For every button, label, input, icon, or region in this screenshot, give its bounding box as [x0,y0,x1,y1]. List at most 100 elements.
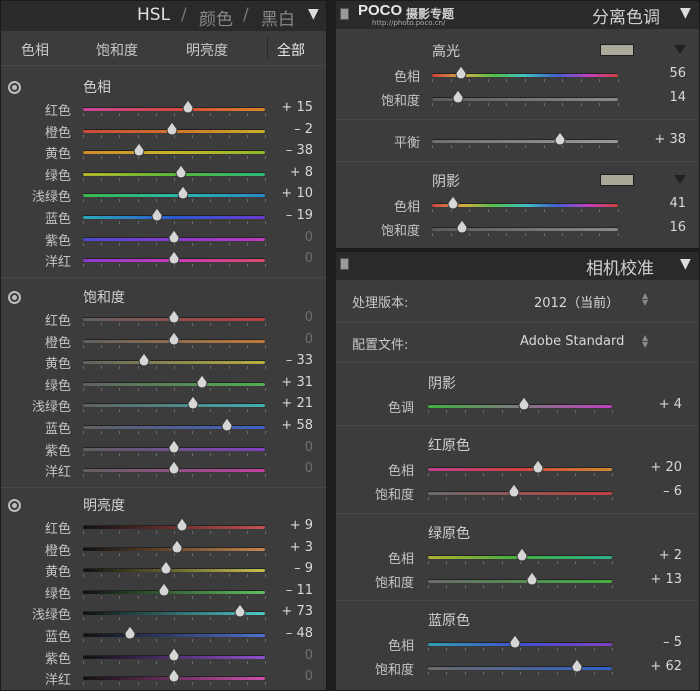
slider-value[interactable]: – 11 [263,583,313,598]
luminance-blue-slider[interactable] [83,626,266,643]
slider-thumb[interactable] [221,418,233,432]
slider-thumb[interactable] [234,604,246,618]
balance-slider[interactable] [432,132,619,149]
slider-thumb[interactable] [138,353,150,367]
hue-aqua-slider[interactable] [83,186,266,203]
slider-thumb[interactable] [160,561,172,575]
slider-value[interactable]: 56 [636,66,686,81]
slider-value[interactable]: 0 [263,440,313,455]
slider-thumb[interactable] [133,143,145,157]
target-adjust-icon[interactable] [8,291,21,304]
slider-value[interactable]: – 48 [263,626,313,641]
slider-thumb[interactable] [124,626,136,640]
highlights-color-swatch[interactable] [600,44,634,56]
slider-value[interactable]: 0 [263,332,313,347]
slider-thumb[interactable] [168,647,180,662]
saturation-blue-slider[interactable] [83,418,266,435]
luminance-aqua-slider[interactable] [83,604,266,621]
saturation-red-slider[interactable] [83,310,266,327]
shadows-hue-slider[interactable] [432,196,619,213]
disclosure-triangle-icon[interactable] [674,175,686,184]
slider-thumb[interactable] [532,460,544,474]
slider-value[interactable]: 0 [263,461,313,476]
process-version-select[interactable]: 2012（当前） [534,292,619,311]
slider-value[interactable]: + 2 [632,548,682,563]
cam-red-saturation-slider[interactable] [428,484,613,501]
slider-thumb[interactable] [166,121,178,136]
color-mode-link[interactable]: 颜色 [199,5,233,30]
luminance-yellow-slider[interactable] [83,561,266,578]
slider-value[interactable]: + 31 [263,375,313,390]
disclosure-triangle-icon[interactable] [674,45,686,54]
shadows-saturation-slider[interactable] [432,220,619,237]
slider-thumb[interactable] [171,539,183,554]
saturation-magenta-slider[interactable] [83,461,266,478]
slider-thumb[interactable] [158,582,170,597]
slider-value[interactable]: + 73 [263,604,313,619]
saturation-purple-slider[interactable] [83,439,266,457]
slider-thumb[interactable] [175,164,187,179]
saturation-yellow-slider[interactable] [83,353,266,370]
slider-thumb[interactable] [196,374,208,389]
slider-thumb[interactable] [168,669,180,683]
saturation-orange-slider[interactable] [83,331,266,349]
hsl-mode-link[interactable]: HSL [137,5,170,25]
cam-green-saturation-slider[interactable] [428,572,613,589]
tab-luminance[interactable]: 明亮度 [186,40,228,60]
luminance-green-slider[interactable] [83,582,266,600]
slider-value[interactable]: + 4 [632,397,682,412]
slider-value[interactable]: + 21 [263,396,313,411]
slider-value[interactable]: – 33 [263,353,313,368]
slider-thumb[interactable] [455,66,467,80]
cam-blue-hue-slider[interactable] [428,635,613,652]
select-stepper-icon[interactable]: ▲ ▼ [642,334,648,349]
slider-thumb[interactable] [168,331,180,346]
panel-switch-icon[interactable] [340,258,349,270]
select-stepper-icon[interactable]: ▲ ▼ [642,292,648,307]
slider-value[interactable]: 0 [263,310,313,325]
slider-value[interactable]: – 38 [263,143,313,158]
slider-thumb[interactable] [168,439,180,454]
slider-thumb[interactable] [518,397,530,411]
tab-all[interactable]: 全部 [277,40,305,60]
bw-mode-link[interactable]: 黑白 [261,5,295,30]
collapse-triangle-icon[interactable]: ▼ [308,6,319,22]
tab-saturation[interactable]: 饱和度 [96,40,138,60]
luminance-purple-slider[interactable] [83,647,266,665]
slider-thumb[interactable] [168,229,180,244]
hue-yellow-slider[interactable] [83,143,266,160]
slider-thumb[interactable] [151,208,163,222]
slider-value[interactable]: + 8 [263,165,313,180]
slider-thumb[interactable] [168,461,180,475]
slider-value[interactable]: + 13 [632,572,682,587]
slider-value[interactable]: 0 [263,230,313,245]
slider-value[interactable]: – 19 [263,208,313,223]
slider-value[interactable]: 0 [263,251,313,266]
slider-value[interactable]: – 2 [263,122,313,137]
slider-value[interactable]: 14 [636,90,686,105]
highlights-hue-slider[interactable] [432,66,619,83]
panel-switch-icon[interactable] [340,8,349,20]
slider-value[interactable]: – 9 [263,561,313,576]
slider-thumb[interactable] [526,572,538,586]
slider-value[interactable]: + 15 [263,100,313,115]
slider-value[interactable]: 16 [636,220,686,235]
hue-red-slider[interactable] [83,100,266,117]
slider-value[interactable]: 41 [636,196,686,211]
target-adjust-icon[interactable] [8,81,21,94]
slider-thumb[interactable] [452,90,464,104]
slider-value[interactable]: – 6 [632,484,682,499]
hue-orange-slider[interactable] [83,121,266,139]
slider-value[interactable]: + 38 [636,132,686,147]
slider-thumb[interactable] [176,518,188,532]
slider-thumb[interactable] [508,484,520,498]
cam-blue-saturation-slider[interactable] [428,659,613,676]
slider-thumb[interactable] [456,220,468,234]
slider-thumb[interactable] [447,196,459,210]
cam-shadows-tint-slider[interactable] [428,397,613,414]
slider-thumb[interactable] [571,659,583,673]
slider-thumb[interactable] [168,310,180,324]
cam-green-hue-slider[interactable] [428,548,613,565]
hue-magenta-slider[interactable] [83,251,266,268]
slider-thumb[interactable] [182,100,194,114]
